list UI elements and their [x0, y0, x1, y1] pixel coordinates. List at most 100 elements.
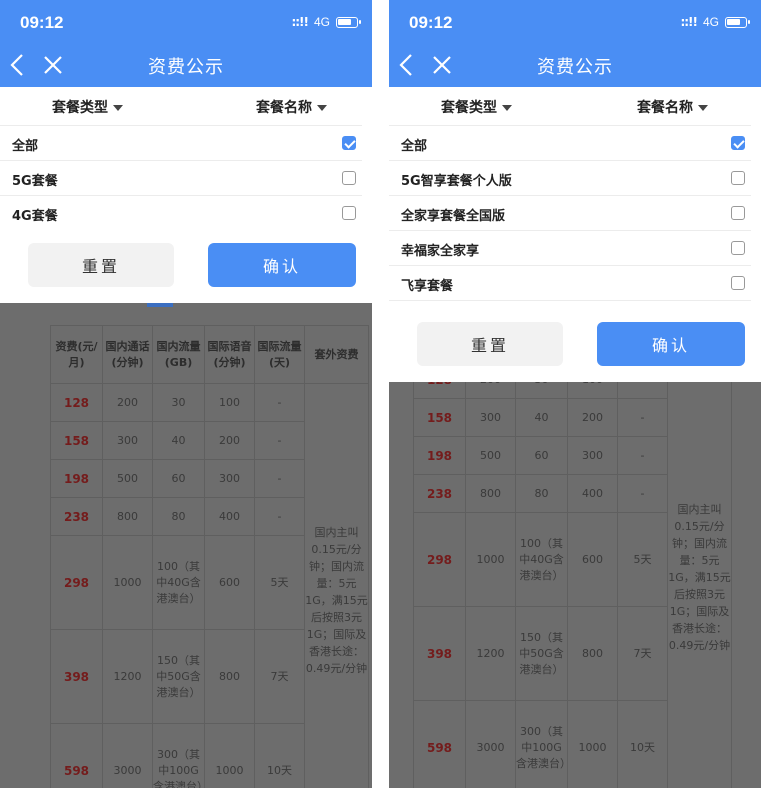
- option-row[interactable]: 幸福家全家享: [389, 230, 751, 265]
- price-cell: 598: [50, 723, 103, 788]
- caret-down-icon: [698, 105, 708, 111]
- table-cell: 7天: [254, 629, 305, 724]
- price-cell: 598: [413, 700, 466, 788]
- filter-name-label: 套餐名称: [256, 100, 312, 116]
- dim-overlay[interactable]: 资费(元/月)国内通话(分钟)国内流量(GB)国际语音(分钟)国际流量(天)套外…: [0, 303, 372, 788]
- table-cell: 1000: [204, 723, 255, 788]
- price-cell: 398: [50, 629, 103, 724]
- table-row: 12820030100-国内主叫0.15元/分钟；国内流量：5元1G，满15元后…: [50, 383, 369, 788]
- price-cell: 238: [413, 474, 466, 513]
- option-row[interactable]: 5G套餐: [0, 160, 362, 195]
- price-cell: 398: [413, 606, 466, 701]
- extra-fee-cell: 国内主叫0.15元/分钟；国内流量：5元1G，满15元后按照3元1G；国际及香港…: [667, 382, 732, 788]
- caret-down-icon: [113, 105, 123, 111]
- reset-button[interactable]: 重置: [417, 322, 563, 366]
- confirm-button[interactable]: 确认: [597, 322, 745, 366]
- price-cell: 198: [50, 459, 103, 498]
- caret-down-icon: [317, 105, 327, 111]
- checkbox-icon[interactable]: [342, 206, 356, 220]
- table-cell: 800: [465, 474, 516, 513]
- table-row: 12820030100-国内主叫0.15元/分钟；国内流量：5元1G，满15元后…: [413, 382, 732, 788]
- status-bar: 09:12 ::!! 4G: [0, 0, 372, 44]
- option-row[interactable]: 全部: [389, 125, 751, 160]
- table-cell: 200: [102, 383, 153, 422]
- network-label: 4G: [313, 15, 330, 29]
- checkbox-checked-icon[interactable]: [342, 136, 356, 150]
- nav-bar: 资费公示: [0, 48, 372, 84]
- table-cell: 100: [204, 383, 255, 422]
- option-label: 全部: [12, 139, 39, 154]
- checkbox-icon[interactable]: [731, 171, 745, 185]
- status-right: ::!! 4G: [291, 15, 361, 29]
- price-cell: 238: [50, 497, 103, 536]
- page-title: 资费公示: [537, 57, 613, 78]
- network-label: 4G: [702, 15, 719, 29]
- table-cell: 80: [152, 497, 205, 536]
- price-cell: 298: [413, 512, 466, 607]
- table-cell: 3000: [102, 723, 153, 788]
- status-right: ::!! 4G: [680, 15, 750, 29]
- table-cell: 3000: [465, 700, 516, 788]
- checkbox-icon[interactable]: [731, 276, 745, 290]
- table-cell: 300: [465, 398, 516, 437]
- table-cell: 7天: [617, 606, 668, 701]
- filter-type-label: 套餐类型: [441, 100, 497, 116]
- table-cell: 5天: [617, 512, 668, 607]
- option-label: 全部: [401, 139, 428, 154]
- table-cell: 300（其中100G含港澳台）: [515, 700, 571, 788]
- filter-name-dropdown[interactable]: 套餐名称: [637, 97, 708, 117]
- table-cell: -: [617, 398, 668, 437]
- nav-bar: 资费公示: [389, 48, 761, 84]
- table-cell: 30: [515, 382, 568, 399]
- option-label: 5G套餐: [12, 174, 58, 189]
- table-cell: 1200: [465, 606, 516, 701]
- option-row[interactable]: 5G智享套餐个人版: [389, 160, 751, 195]
- option-row[interactable]: 4G套餐: [0, 195, 362, 230]
- extra-fee-cell: 国内主叫0.15元/分钟；国内流量：5元1G，满15元后按照3元1G；国际及香港…: [304, 383, 369, 788]
- tariff-table-grid: 资费(元/月)国内通话(分钟)国内流量(GB)国际语音(分钟)国际流量(天)套外…: [413, 382, 732, 788]
- option-label: 幸福家全家享: [401, 244, 480, 259]
- confirm-button[interactable]: 确认: [208, 243, 356, 287]
- table-cell: 400: [204, 497, 255, 536]
- action-bar: 重置 确认: [389, 310, 761, 382]
- header: 09:12 ::!! 4G 资费公示: [389, 0, 761, 87]
- price-cell: 158: [413, 398, 466, 437]
- option-row[interactable]: 新派享装上: [389, 300, 751, 309]
- table-cell: 1000: [465, 512, 516, 607]
- filter-name-label: 套餐名称: [637, 100, 693, 116]
- table-cell: 80: [515, 474, 568, 513]
- option-label: 飞享套餐: [401, 279, 454, 294]
- option-label: 5G智享套餐个人版: [401, 174, 512, 189]
- dim-overlay[interactable]: 资费(元/月)国内通话(分钟)国内流量(GB)国际语音(分钟)国际流量(天)套外…: [389, 382, 761, 788]
- option-row[interactable]: 全家享套餐全国版: [389, 195, 751, 230]
- signal-icon: ::!!: [680, 15, 698, 29]
- filter-name-dropdown[interactable]: 套餐名称: [256, 97, 327, 117]
- price-cell: 158: [50, 421, 103, 460]
- price-cell: 298: [50, 535, 103, 630]
- table-cell: 60: [515, 436, 568, 475]
- price-cell: 128: [413, 382, 466, 399]
- filter-type-dropdown[interactable]: 套餐类型: [52, 97, 123, 117]
- option-row[interactable]: 全部: [0, 125, 362, 160]
- filter-header: 套餐类型 套餐名称: [389, 87, 761, 125]
- checkbox-icon[interactable]: [731, 241, 745, 255]
- table-cell: 40: [152, 421, 205, 460]
- table-cell: 200: [204, 421, 255, 460]
- table-cell: 600: [204, 535, 255, 630]
- checkbox-icon[interactable]: [342, 171, 356, 185]
- table-cell: -: [254, 421, 305, 460]
- table-cell: 10天: [617, 700, 668, 788]
- table-cell: 150（其中50G含港澳台）: [515, 606, 568, 701]
- checkbox-icon[interactable]: [731, 206, 745, 220]
- reset-button[interactable]: 重置: [28, 243, 174, 287]
- option-label: 4G套餐: [12, 209, 58, 224]
- checkbox-checked-icon[interactable]: [731, 136, 745, 150]
- filter-type-dropdown[interactable]: 套餐类型: [441, 97, 512, 117]
- table-cell: 300: [204, 459, 255, 498]
- tariff-table: 资费(元/月)国内通话(分钟)国内流量(GB)国际语音(分钟)国际流量(天)套外…: [413, 382, 732, 788]
- name-option-list: 全部 5G智享套餐个人版全家享套餐全国版幸福家全家享飞享套餐新派享装上: [389, 125, 761, 309]
- phone-screen-left: 09:12 ::!! 4G 资费公示 套餐类型 套餐名称 全部 5G套餐 4G套餐 …: [0, 0, 372, 788]
- table-cell: 100（其中40G含港澳台）: [152, 535, 205, 630]
- option-row[interactable]: 飞享套餐: [389, 265, 751, 300]
- table-cell: 1000: [567, 700, 618, 788]
